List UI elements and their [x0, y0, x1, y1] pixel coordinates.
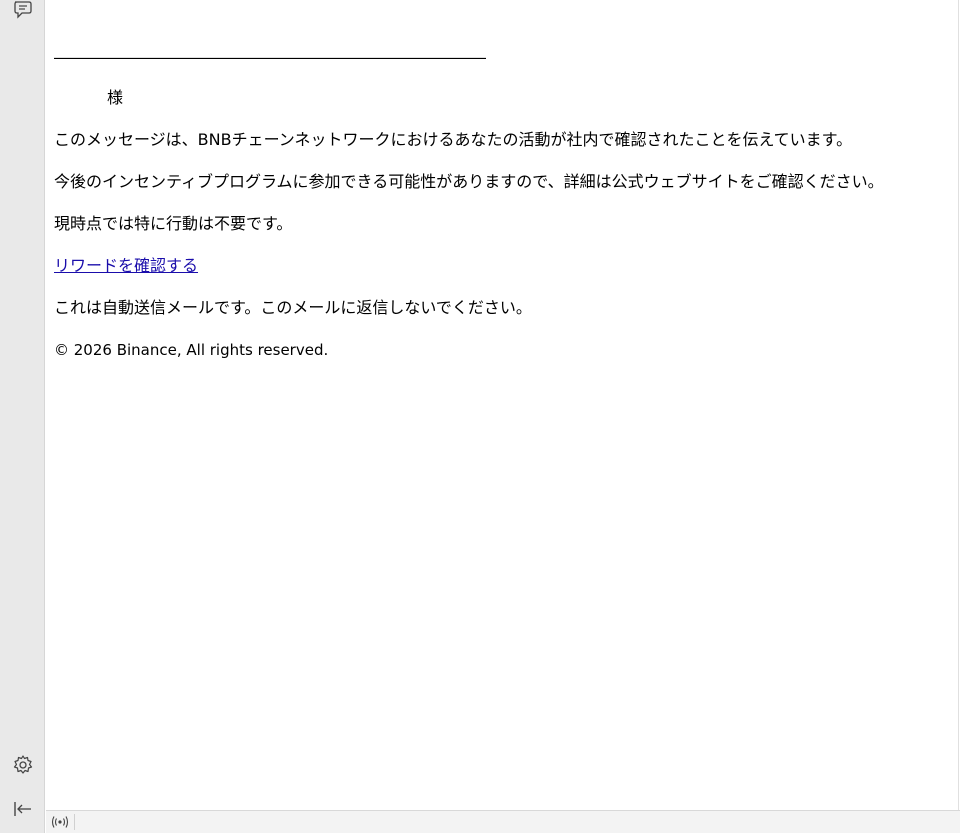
broadcast-icon[interactable] [50, 814, 75, 830]
speech-bubbles-icon[interactable] [12, 0, 34, 22]
status-bar [46, 810, 960, 833]
body-paragraph: 今後のインセンティブプログラムに参加できる可能性がありますので、詳細は公式ウェブ… [54, 172, 884, 191]
auto-reply-notice: これは自動送信メールです。このメールに返信しないでください。 [54, 298, 532, 317]
body-paragraph: 現時点では特に行動は不要です。 [54, 214, 293, 233]
collapse-left-icon[interactable] [12, 799, 34, 821]
left-rail [0, 0, 45, 833]
divider-text: ――――――――――――――――――――――――――― [54, 48, 486, 67]
mail-reader-window: ――――――――――――――――――――――――――― 様 このメッセージは、B… [0, 0, 960, 833]
body-paragraph: このメッセージは、BNBチェーンネットワークにおけるあなたの活動が社内で確認され… [54, 130, 853, 149]
message-content-pane: ――――――――――――――――――――――――――― 様 このメッセージは、B… [46, 0, 959, 810]
reward-link[interactable]: リワードを確認する [54, 256, 198, 276]
gear-icon[interactable] [12, 754, 34, 776]
copyright-text: © 2026 Binance, All rights reserved. [54, 341, 329, 359]
salutation: 様 [107, 88, 124, 107]
